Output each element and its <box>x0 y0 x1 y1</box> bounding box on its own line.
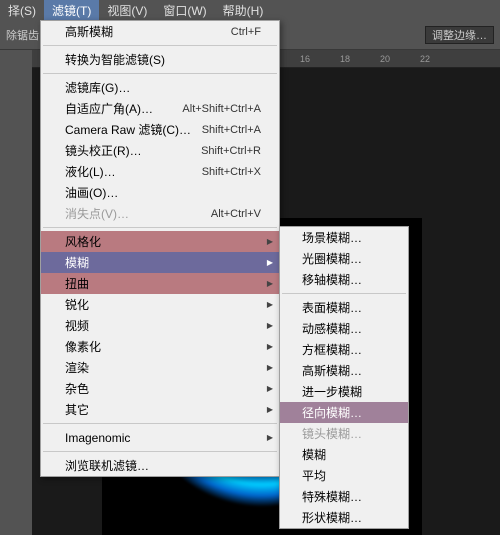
submenu-tilt-shift[interactable]: 移轴模糊… <box>280 269 408 290</box>
submenu-average[interactable]: 平均 <box>280 465 408 486</box>
menu-label: 自适应广角(A)… <box>65 100 153 117</box>
menu-other[interactable]: 其它 <box>41 399 279 420</box>
submenu-iris-blur[interactable]: 光圈模糊… <box>280 248 408 269</box>
menu-label: 像素化 <box>65 338 101 355</box>
menu-label: 移轴模糊… <box>302 271 362 288</box>
menu-label: 滤镜库(G)… <box>65 79 130 96</box>
menu-label: 进一步模糊 <box>302 383 362 400</box>
antialias-label: 除锯齿 <box>6 27 39 43</box>
menu-shortcut: Shift+Ctrl+X <box>202 166 261 178</box>
menu-imagenomic[interactable]: Imagenomic <box>41 427 279 448</box>
menu-label: 光圈模糊… <box>302 250 362 267</box>
submenu-surface-blur[interactable]: 表面模糊… <box>280 297 408 318</box>
menu-label: 表面模糊… <box>302 299 362 316</box>
menu-label: 平均 <box>302 467 326 484</box>
menu-convert-smart[interactable]: 转换为智能滤镜(S) <box>41 49 279 70</box>
menu-label: 视频 <box>65 317 89 334</box>
submenu-field-blur[interactable]: 场景模糊… <box>280 227 408 248</box>
menu-separator <box>282 293 406 294</box>
menu-pixelate[interactable]: 像素化 <box>41 336 279 357</box>
menubar-item-filter[interactable]: 滤镜(T) <box>44 0 99 20</box>
menu-distort[interactable]: 扭曲 <box>41 273 279 294</box>
menu-label: 扭曲 <box>65 275 89 292</box>
menu-oil-paint[interactable]: 油画(O)… <box>41 182 279 203</box>
submenu-lens-blur[interactable]: 镜头模糊… <box>280 423 408 444</box>
menu-label: 转换为智能滤镜(S) <box>65 51 165 68</box>
menu-label: 镜头模糊… <box>302 425 362 442</box>
menu-lens-correction[interactable]: 镜头校正(R)… Shift+Ctrl+R <box>41 140 279 161</box>
menu-label: 动感模糊… <box>302 320 362 337</box>
menu-shortcut: Ctrl+F <box>231 26 261 38</box>
submenu-blur-more[interactable]: 进一步模糊 <box>280 381 408 402</box>
menu-label: 镜头校正(R)… <box>65 142 142 159</box>
menu-label: 锐化 <box>65 296 89 313</box>
menu-render[interactable]: 渲染 <box>41 357 279 378</box>
menu-separator <box>43 73 277 74</box>
menubar-item-view[interactable]: 视图(V) <box>99 0 155 20</box>
menu-noise[interactable]: 杂色 <box>41 378 279 399</box>
menu-label: 形状模糊… <box>302 509 362 526</box>
menu-separator <box>43 423 277 424</box>
ruler-tick: 16 <box>300 54 310 64</box>
menu-vanishing-point[interactable]: 消失点(V)… Alt+Ctrl+V <box>41 203 279 224</box>
menu-last-filter[interactable]: 高斯模糊 Ctrl+F <box>41 21 279 42</box>
menu-sharpen[interactable]: 锐化 <box>41 294 279 315</box>
toolbox[interactable] <box>0 50 32 535</box>
menu-label: 场景模糊… <box>302 229 362 246</box>
submenu-radial-blur[interactable]: 径向模糊… <box>280 402 408 423</box>
menu-label: 方框模糊… <box>302 341 362 358</box>
menu-label: 液化(L)… <box>65 163 116 180</box>
menubar-item-help[interactable]: 帮助(H) <box>215 0 272 20</box>
menu-label: 径向模糊… <box>302 404 362 421</box>
menu-label: 模糊 <box>65 254 89 271</box>
submenu-shape-blur[interactable]: 形状模糊… <box>280 507 408 528</box>
menu-blur[interactable]: 模糊 <box>41 252 279 273</box>
menu-label: 消失点(V)… <box>65 205 129 222</box>
submenu-box-blur[interactable]: 方框模糊… <box>280 339 408 360</box>
menu-adaptive-wide[interactable]: 自适应广角(A)… Alt+Shift+Ctrl+A <box>41 98 279 119</box>
ruler-tick: 22 <box>420 54 430 64</box>
menu-separator <box>43 451 277 452</box>
menu-video[interactable]: 视频 <box>41 315 279 336</box>
menu-label: 油画(O)… <box>65 184 118 201</box>
submenu-smart-blur[interactable]: 特殊模糊… <box>280 486 408 507</box>
menu-shortcut: Shift+Ctrl+A <box>202 124 261 136</box>
menu-browse-online[interactable]: 浏览联机滤镜… <box>41 455 279 476</box>
menu-shortcut: Alt+Shift+Ctrl+A <box>182 103 261 115</box>
menu-label: 浏览联机滤镜… <box>65 457 149 474</box>
refine-edge-button[interactable]: 调整边缘… <box>425 26 494 44</box>
ruler-tick: 18 <box>340 54 350 64</box>
menu-shortcut: Alt+Ctrl+V <box>211 208 261 220</box>
menu-label: Imagenomic <box>65 431 130 445</box>
blur-submenu: 场景模糊… 光圈模糊… 移轴模糊… 表面模糊… 动感模糊… 方框模糊… 高斯模糊… <box>279 226 409 529</box>
submenu-motion-blur[interactable]: 动感模糊… <box>280 318 408 339</box>
menu-label: 杂色 <box>65 380 89 397</box>
filter-menu: 高斯模糊 Ctrl+F 转换为智能滤镜(S) 滤镜库(G)… 自适应广角(A)…… <box>40 20 280 477</box>
menu-label: 其它 <box>65 401 89 418</box>
ruler-tick: 20 <box>380 54 390 64</box>
menu-label: 高斯模糊… <box>302 362 362 379</box>
menu-stylize[interactable]: 风格化 <box>41 231 279 252</box>
submenu-blur[interactable]: 模糊 <box>280 444 408 465</box>
menu-label: 风格化 <box>65 233 101 250</box>
submenu-gaussian-blur[interactable]: 高斯模糊… <box>280 360 408 381</box>
menu-filter-gallery[interactable]: 滤镜库(G)… <box>41 77 279 98</box>
menu-label: 特殊模糊… <box>302 488 362 505</box>
menu-label: Camera Raw 滤镜(C)… <box>65 121 191 138</box>
menu-label: 模糊 <box>302 446 326 463</box>
menu-label: 渲染 <box>65 359 89 376</box>
menubar: 择(S) 滤镜(T) 视图(V) 窗口(W) 帮助(H) <box>0 0 500 20</box>
menu-label: 高斯模糊 <box>65 23 113 40</box>
menubar-item-select[interactable]: 择(S) <box>0 0 44 20</box>
menu-separator <box>43 227 277 228</box>
menu-liquify[interactable]: 液化(L)… Shift+Ctrl+X <box>41 161 279 182</box>
menu-shortcut: Shift+Ctrl+R <box>201 145 261 157</box>
menubar-item-window[interactable]: 窗口(W) <box>155 0 214 20</box>
menu-camera-raw[interactable]: Camera Raw 滤镜(C)… Shift+Ctrl+A <box>41 119 279 140</box>
menu-separator <box>43 45 277 46</box>
